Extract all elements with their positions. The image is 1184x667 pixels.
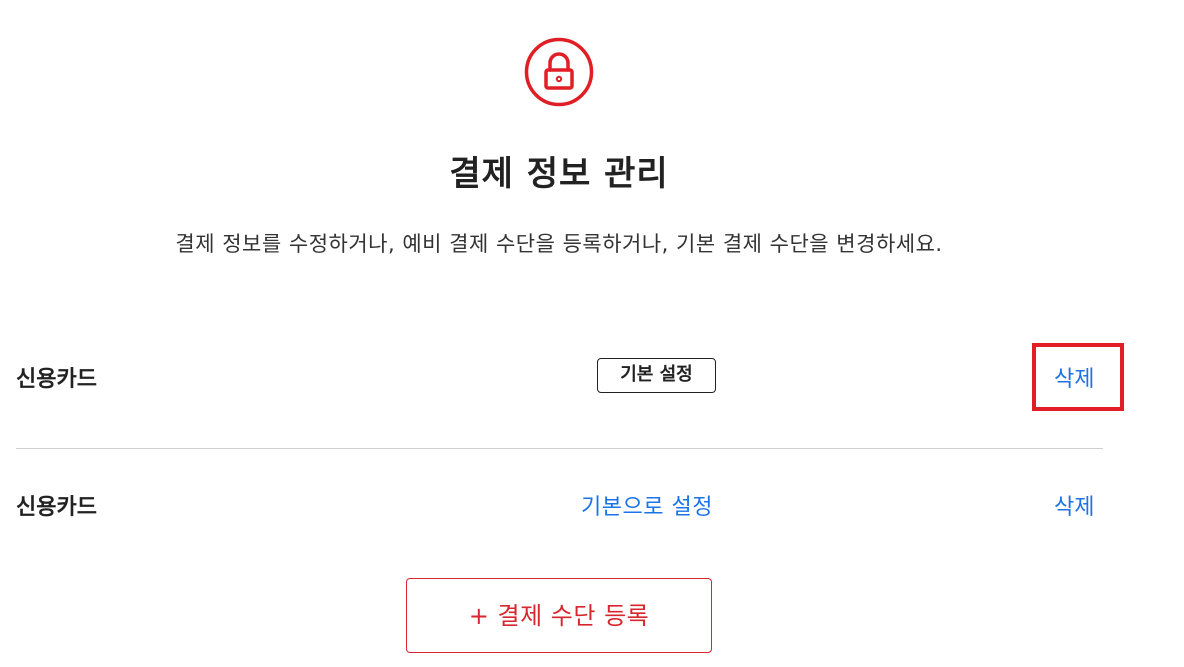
add-payment-method-button[interactable]: + 결제 수단 등록 (406, 578, 712, 653)
payment-management-page: 결제 정보 관리 결제 정보를 수정하거나, 예비 결제 수단을 등록하거나, … (0, 0, 1184, 667)
default-badge: 기본 설정 (597, 358, 716, 393)
page-title: 결제 정보 관리 (449, 154, 669, 194)
delete-link[interactable]: 삭제 (1054, 489, 1094, 521)
payment-method-row: 신용카드 기본으로 설정 삭제 (16, 475, 1103, 535)
delete-link[interactable]: 삭제 (1054, 361, 1094, 393)
page-description: 결제 정보를 수정하거나, 예비 결제 수단을 등록하거나, 기본 결제 수단을… (175, 232, 943, 256)
lock-icon (524, 37, 594, 107)
set-default-link[interactable]: 기본으로 설정 (581, 489, 713, 521)
divider (16, 448, 1103, 449)
payment-method-row: 신용카드 기본 설정 삭제 (16, 347, 1103, 407)
payment-method-label: 신용카드 (16, 367, 97, 392)
payment-method-label: 신용카드 (16, 495, 97, 520)
